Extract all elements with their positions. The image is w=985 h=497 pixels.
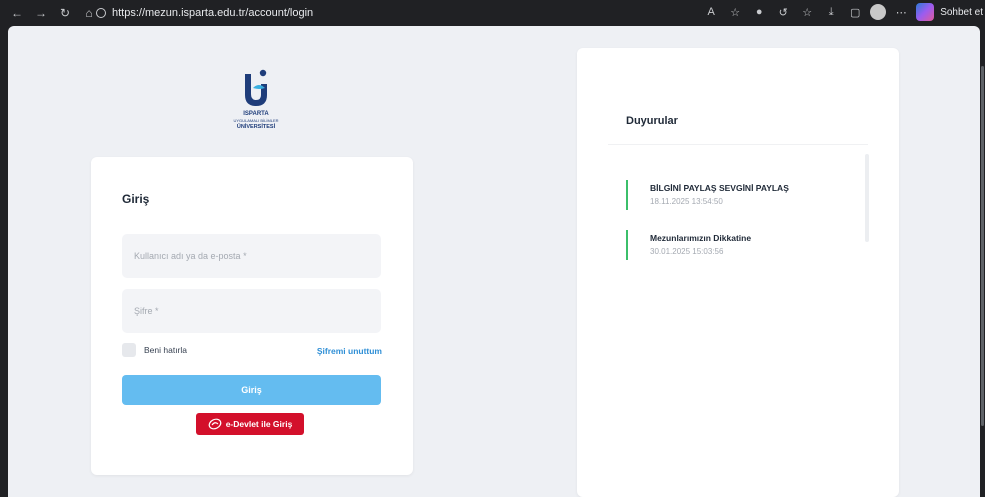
login-title: Giriş <box>122 192 150 206</box>
sidebar-chat-label[interactable]: Sohbet et <box>940 7 985 18</box>
favorites-icon[interactable]: ☆ <box>798 3 816 21</box>
announcements-list: BİLGİNİ PAYLAŞ SEVGİNİ PAYLAŞ 18.11.2025… <box>608 144 868 264</box>
remember-me-checkbox[interactable] <box>122 343 136 357</box>
downloads-icon[interactable]: ⤓ <box>822 3 840 21</box>
back-icon[interactable]: ← <box>8 4 26 22</box>
copilot-icon[interactable] <box>916 3 935 21</box>
announcement-item[interactable]: Mezunlarımızın Dikkatine 30.01.2025 15:0… <box>626 230 846 260</box>
announcements-title: Duyurular <box>626 115 678 127</box>
announcement-item[interactable]: BİLGİNİ PAYLAŞ SEVGİNİ PAYLAŞ 18.11.2025… <box>626 180 846 210</box>
remember-me-label[interactable]: Beni hatırla <box>144 345 187 355</box>
announcements-card: Duyurular BİLGİNİ PAYLAŞ SEVGİNİ PAYLAŞ … <box>577 48 899 497</box>
collections-icon[interactable]: ▢ <box>846 3 864 21</box>
announcements-scrollbar[interactable] <box>865 154 869 242</box>
edevlet-logo-icon <box>208 418 222 430</box>
announcement-title[interactable]: Mezunlarımızın Dikkatine <box>650 233 846 243</box>
browser-toolbar: ← → ↻ ⌂ https://mezun.isparta.edu.tr/acc… <box>0 0 985 26</box>
forgot-password-link[interactable]: Şifremi unuttum <box>317 346 382 356</box>
read-aloud-icon[interactable]: A <box>702 3 720 21</box>
favorite-star-icon[interactable]: ☆ <box>726 3 744 21</box>
browser-actions: A ☆ ● ↺ ☆ ⤓ ▢ ⋯ Sohbet et <box>702 3 985 21</box>
extension-icon[interactable]: ● <box>750 3 768 21</box>
address-bar-url[interactable]: https://mezun.isparta.edu.tr/account/log… <box>112 7 313 19</box>
announcements-header: Duyurular <box>608 85 868 145</box>
password-input[interactable] <box>122 289 381 333</box>
profile-avatar[interactable] <box>870 4 887 20</box>
page-scrollbar-thumb[interactable] <box>981 66 984 426</box>
login-card: Giriş Beni hatırla Şifremi unuttum Giriş… <box>91 157 413 475</box>
logo-text-uygulamali: UYGULAMALI BİLİMLER <box>233 118 279 123</box>
edevlet-login-button[interactable]: e-Devlet ile Giriş <box>196 413 304 435</box>
login-button[interactable]: Giriş <box>122 375 381 405</box>
refresh-page-icon[interactable]: ↺ <box>774 3 792 21</box>
reload-icon[interactable]: ↻ <box>56 4 74 22</box>
username-input[interactable] <box>122 234 381 278</box>
site-info-icon[interactable] <box>96 8 106 18</box>
remember-me[interactable]: Beni hatırla <box>122 343 187 357</box>
edevlet-login-label: e-Devlet ile Giriş <box>225 419 293 429</box>
forward-icon[interactable]: → <box>32 4 50 22</box>
logo-text-isparta: ISPARTA <box>243 111 269 117</box>
page-scrollbar[interactable] <box>980 26 985 497</box>
page-viewport: ISPARTA UYGULAMALI BİLİMLER ÜNİVERSİTESİ… <box>8 26 980 497</box>
announcement-title[interactable]: BİLGİNİ PAYLAŞ SEVGİNİ PAYLAŞ <box>650 183 846 193</box>
address-bar[interactable]: https://mezun.isparta.edu.tr/account/log… <box>96 5 313 21</box>
announcement-date: 18.11.2025 13:54:50 <box>650 197 723 206</box>
university-logo: ISPARTA UYGULAMALI BİLİMLER ÜNİVERSİTESİ <box>224 68 288 158</box>
logo-text-universitesi: ÜNİVERSİTESİ <box>236 124 276 130</box>
announcement-date: 30.01.2025 15:03:56 <box>650 247 724 256</box>
more-options-icon[interactable]: ⋯ <box>892 3 910 21</box>
browser-nav-buttons: ← → ↻ ⌂ <box>8 4 98 22</box>
university-logo-icon <box>245 69 267 106</box>
